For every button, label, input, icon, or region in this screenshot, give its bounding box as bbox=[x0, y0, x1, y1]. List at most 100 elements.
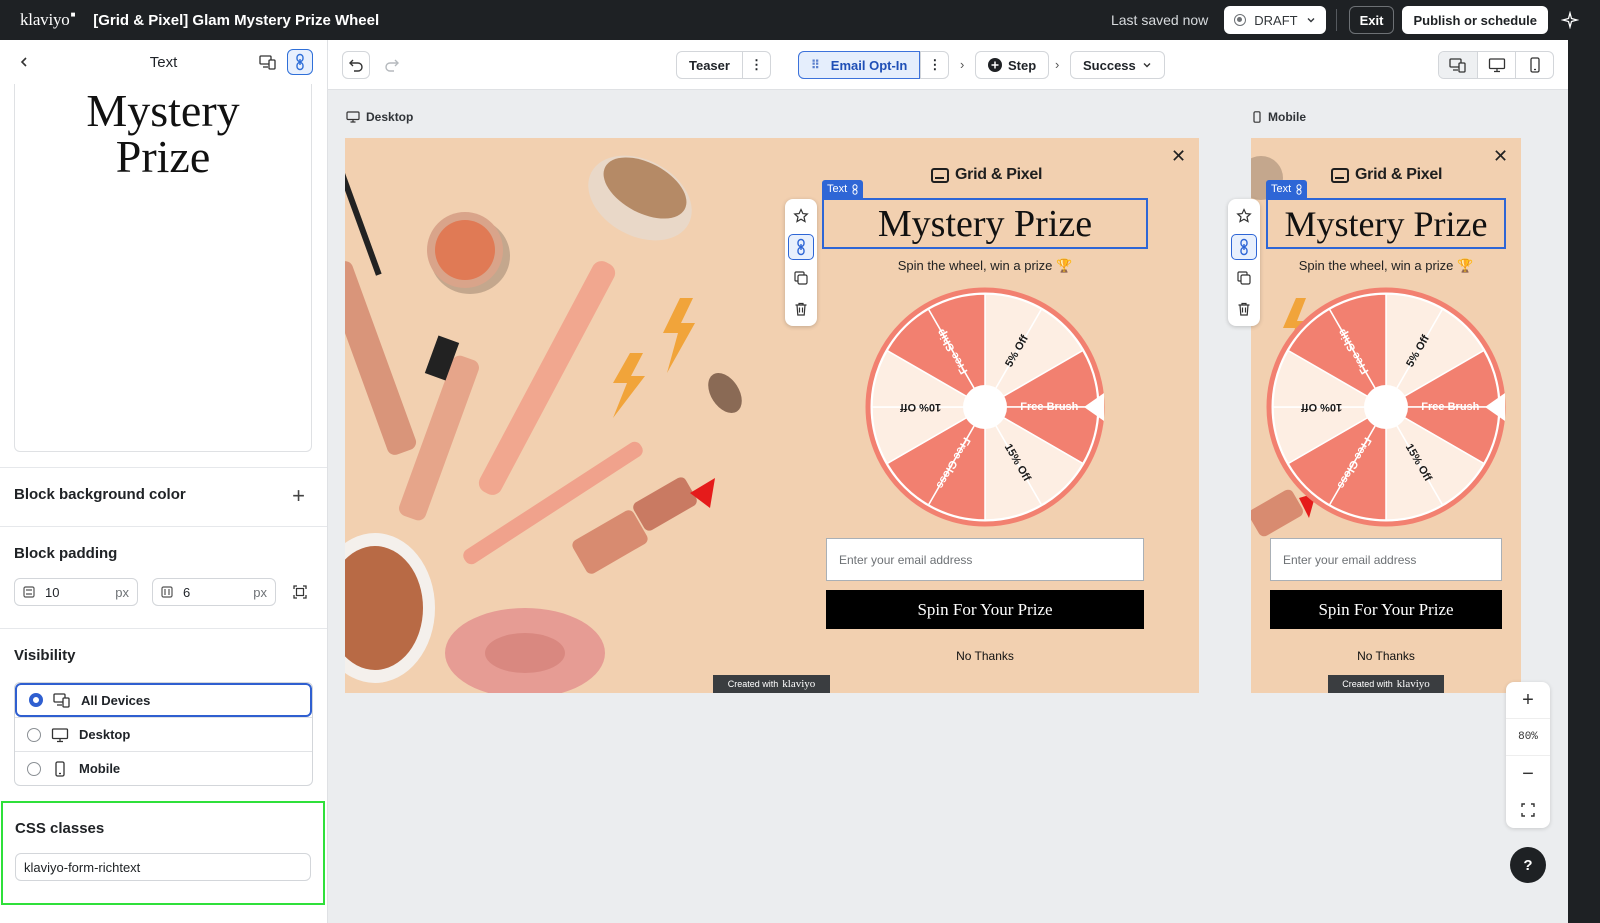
trash-icon[interactable] bbox=[1231, 296, 1257, 322]
block-toolbar bbox=[1228, 199, 1260, 326]
publish-button[interactable]: Publish or schedule bbox=[1402, 6, 1548, 34]
padding-horizontal-icon bbox=[161, 586, 173, 598]
undo-button[interactable] bbox=[342, 51, 370, 79]
wheel-segment-label: Free Brush bbox=[1020, 401, 1078, 413]
mobile-popup[interactable]: ✕ Grid & Pixel Text Mystery Prize Spin t… bbox=[1251, 138, 1521, 693]
no-thanks-link[interactable]: No Thanks bbox=[1270, 649, 1502, 663]
desktop-icon bbox=[346, 111, 360, 123]
no-thanks-link[interactable]: No Thanks bbox=[826, 649, 1144, 663]
visibility-section: Visibility All Devices Desktop Mobile bbox=[0, 628, 327, 798]
mobile-preview-label: Mobile bbox=[1252, 110, 1306, 124]
text-block-tag: Text bbox=[1266, 180, 1308, 198]
visibility-mobile[interactable]: Mobile bbox=[15, 751, 312, 785]
properties-panel: Text Mystery Prize Block background colo… bbox=[0, 40, 328, 923]
mobile-icon bbox=[1253, 111, 1261, 123]
created-with-badge[interactable]: Created with klaviyo bbox=[713, 675, 830, 693]
add-color-icon[interactable]: + bbox=[292, 485, 305, 507]
trash-icon[interactable] bbox=[788, 296, 814, 322]
email-input[interactable]: Enter your email address bbox=[1270, 538, 1502, 581]
duplicate-icon[interactable] bbox=[788, 265, 814, 291]
star-icon[interactable] bbox=[1231, 203, 1257, 229]
desktop-icon bbox=[51, 727, 69, 742]
popup-subtitle[interactable]: Spin the wheel, win a prize 🏆 bbox=[825, 258, 1145, 274]
brand-logo-icon bbox=[931, 167, 949, 183]
chevron-down-icon bbox=[1307, 18, 1315, 23]
brand-logo: Grid & Pixel bbox=[931, 166, 1042, 184]
add-step-button[interactable]: Step bbox=[975, 51, 1050, 79]
mobile-icon bbox=[55, 760, 65, 777]
wheel-segment-label: Free Brush bbox=[1421, 401, 1479, 413]
zoom-in-icon[interactable]: + bbox=[1506, 682, 1550, 718]
makeup-image bbox=[345, 155, 742, 693]
step-email-opt-in[interactable]: ⠿ Email Opt-In ⋮ bbox=[798, 51, 950, 79]
block-bg-color-section: Block background color + bbox=[0, 467, 327, 527]
redo-button[interactable] bbox=[378, 51, 406, 79]
step-success[interactable]: Success bbox=[1070, 51, 1165, 79]
view-all-devices-icon[interactable] bbox=[1439, 52, 1477, 78]
view-desktop-icon[interactable] bbox=[1477, 52, 1515, 78]
editor-toolbar: Teaser ⋮ ⠿ Email Opt-In ⋮ › Step › Succe… bbox=[328, 40, 1568, 90]
padding-expand-icon[interactable] bbox=[290, 582, 310, 602]
visibility-options: All Devices Desktop Mobile bbox=[14, 682, 313, 786]
add-circle-icon bbox=[988, 58, 1002, 72]
drag-handle-icon[interactable]: ⠿ bbox=[811, 58, 820, 72]
link-icon bbox=[852, 183, 858, 195]
popup-subtitle[interactable]: Spin the wheel, win a prize 🏆 bbox=[1266, 258, 1506, 274]
back-icon[interactable] bbox=[14, 52, 34, 72]
close-icon[interactable]: ✕ bbox=[1493, 146, 1508, 167]
wheel-hub bbox=[963, 385, 1007, 429]
spin-button[interactable]: Spin For Your Prize bbox=[1270, 590, 1502, 629]
css-classes-input[interactable]: klaviyo-form-richtext bbox=[15, 853, 311, 881]
desktop-popup[interactable]: ✕ Grid & Pixel Text Mystery Prize Spin t… bbox=[345, 138, 1199, 693]
padding-vertical-input[interactable]: 10 px bbox=[14, 578, 138, 606]
exit-button[interactable]: Exit bbox=[1348, 6, 1395, 34]
zoom-level: 80% bbox=[1506, 718, 1550, 756]
email-input[interactable]: Enter your email address bbox=[826, 538, 1144, 581]
visibility-label: Visibility bbox=[14, 647, 76, 664]
link-icon[interactable] bbox=[287, 49, 313, 75]
view-mobile-icon[interactable] bbox=[1515, 52, 1553, 78]
link-icon[interactable] bbox=[788, 234, 814, 260]
wheel-segment-label: 10% Off bbox=[1301, 401, 1342, 413]
fit-screen-icon[interactable] bbox=[1506, 792, 1550, 828]
zoom-out-icon[interactable]: − bbox=[1506, 756, 1550, 792]
brand-logo: Grid & Pixel bbox=[1331, 166, 1442, 184]
link-icon[interactable] bbox=[1231, 234, 1257, 260]
css-classes-section: CSS classes klaviyo-form-richtext bbox=[1, 801, 325, 905]
more-options-icon[interactable]: ⋮ bbox=[920, 52, 948, 78]
prize-wheel[interactable]: 5% OffFree Brush15% OffFree Gloss10% Off… bbox=[864, 286, 1106, 528]
visibility-desktop[interactable]: Desktop bbox=[15, 717, 312, 751]
close-icon[interactable]: ✕ bbox=[1171, 146, 1186, 167]
spin-button[interactable]: Spin For Your Prize bbox=[826, 590, 1144, 629]
prize-wheel[interactable]: 5% OffFree Brush15% OffFree Gloss10% Off… bbox=[1265, 286, 1507, 528]
bg-color-label: Block background color bbox=[14, 486, 186, 503]
star-icon[interactable] bbox=[788, 203, 814, 229]
save-status: Last saved now bbox=[1110, 12, 1209, 28]
redo-icon bbox=[385, 59, 399, 72]
klaviyo-logo[interactable]: klaviyo ■ bbox=[20, 10, 75, 30]
all-devices-icon[interactable] bbox=[255, 49, 281, 75]
radio-selected bbox=[29, 693, 43, 707]
created-with-badge[interactable]: Created with klaviyo bbox=[1328, 675, 1444, 693]
ai-sparkle-icon[interactable] bbox=[1560, 10, 1580, 30]
chevron-right-icon: › bbox=[960, 57, 965, 72]
more-options-icon[interactable]: ⋮ bbox=[741, 52, 770, 78]
desktop-preview-label: Desktop bbox=[346, 110, 413, 124]
step-teaser[interactable]: Teaser ⋮ bbox=[676, 51, 771, 79]
css-classes-label: CSS classes bbox=[15, 820, 105, 837]
help-button[interactable]: ? bbox=[1510, 847, 1546, 883]
top-bar: klaviyo ■ [Grid & Pixel] Glam Mystery Pri… bbox=[0, 0, 1600, 40]
popup-title[interactable]: Mystery Prize bbox=[1266, 198, 1506, 249]
popup-title[interactable]: Mystery Prize bbox=[822, 198, 1148, 249]
block-toolbar bbox=[785, 199, 817, 326]
status-dropdown[interactable]: DRAFT bbox=[1224, 6, 1326, 34]
preview-text: Mystery Prize bbox=[86, 85, 240, 182]
link-icon bbox=[1296, 183, 1302, 195]
duplicate-icon[interactable] bbox=[1231, 265, 1257, 291]
padding-horizontal-input[interactable]: 6 px bbox=[152, 578, 276, 606]
chevron-right-icon: › bbox=[1055, 57, 1060, 72]
text-preview[interactable]: Mystery Prize bbox=[14, 84, 312, 452]
wheel-segment-label: 10% Off bbox=[900, 401, 941, 413]
padding-label: Block padding bbox=[14, 545, 118, 562]
visibility-all-devices[interactable]: All Devices bbox=[15, 683, 312, 717]
